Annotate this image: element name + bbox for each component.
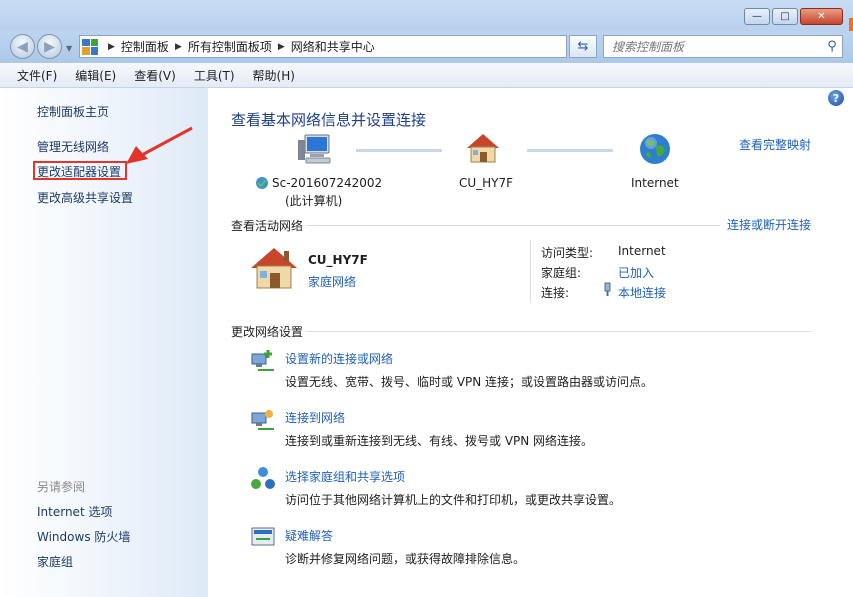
search-input[interactable] <box>604 38 822 55</box>
menu-view[interactable]: 查看(V) <box>125 67 185 84</box>
recent-pages-dropdown-icon[interactable]: ▼ <box>66 44 72 53</box>
refresh-button[interactable]: ⇆ <box>569 35 597 58</box>
back-button[interactable]: ◀ <box>10 34 35 59</box>
map-internet-label: Internet <box>631 176 679 190</box>
computer-network-status-icon <box>256 177 268 189</box>
sidebar-item-firewall[interactable]: Windows 防火墙 <box>37 528 130 545</box>
address-bar[interactable]: ▶ 控制面板 ▶ 所有控制面板项 ▶ 网络和共享中心 <box>79 35 567 58</box>
sidebar-item-advanced-sharing[interactable]: 更改高级共享设置 <box>37 189 133 206</box>
connection-label: 连接: <box>541 286 570 300</box>
forward-button[interactable]: ▶ <box>37 34 62 59</box>
annotation-highlight-box <box>33 161 127 180</box>
chevron-right-icon[interactable]: ▶ <box>278 42 285 52</box>
breadcrumb-control-panel[interactable]: 控制面板 <box>121 38 169 55</box>
divider <box>306 225 720 226</box>
home-network-icon <box>467 134 499 163</box>
network-type-link[interactable]: 家庭网络 <box>308 273 356 290</box>
menu-file[interactable]: 文件(F) <box>8 67 66 84</box>
breadcrumb-network-center[interactable]: 网络和共享中心 <box>291 38 375 55</box>
homegroup-label: 家庭组: <box>541 266 582 280</box>
sidebar: 控制面板主页 管理无线网络 更改适配器设置 更改高级共享设置 另请参阅 Inte… <box>0 88 208 597</box>
new-connection-icon <box>251 350 274 371</box>
task-connect-network-desc: 连接到或重新连接到无线、有线、拨号或 VPN 网络连接。 <box>285 434 594 448</box>
close-button[interactable]: ✕ <box>800 8 843 25</box>
forward-arrow-icon: ▶ <box>44 38 55 55</box>
sidebar-item-internet-options[interactable]: Internet 选项 <box>37 503 112 520</box>
sidebar-item-homegroup[interactable]: 家庭组 <box>37 553 73 570</box>
internet-globe-icon <box>640 134 670 164</box>
menu-edit[interactable]: 编辑(E) <box>66 67 125 84</box>
connect-disconnect-link[interactable]: 连接或断开连接 <box>727 216 811 233</box>
task-troubleshoot-desc: 诊断并修复网络问题，或获得故障排除信息。 <box>285 552 526 566</box>
divider <box>530 240 531 302</box>
chevron-right-icon[interactable]: ▶ <box>175 42 182 52</box>
task-connect-network-link[interactable]: 连接到网络 <box>285 409 345 426</box>
main-content: ? 查看基本网络信息并设置连接 查看完整映射 Sc-201607242002 (… <box>208 88 853 597</box>
active-networks-title: 查看活动网络 <box>231 219 304 233</box>
search-icon[interactable]: ⚲ <box>822 39 842 54</box>
page-title: 查看基本网络信息并设置连接 <box>231 111 427 129</box>
control-panel-icon <box>82 38 98 55</box>
maximize-button[interactable]: □ <box>772 8 798 25</box>
computer-subtitle: (此计算机) <box>285 194 343 208</box>
homegroup-sharing-icon <box>251 467 275 489</box>
map-connection-line <box>356 149 442 152</box>
search-box[interactable]: ⚲ <box>603 35 843 58</box>
change-settings-title: 更改网络设置 <box>231 325 304 339</box>
back-arrow-icon: ◀ <box>17 38 28 55</box>
computer-icon <box>298 134 331 164</box>
troubleshoot-icon <box>251 527 275 546</box>
title-bar: — □ ✕ <box>0 0 853 32</box>
refresh-icon: ⇆ <box>577 39 589 54</box>
active-network-name: CU_HY7F <box>308 253 368 267</box>
window-controls: — □ ✕ <box>744 8 843 25</box>
map-network-name: CU_HY7F <box>459 176 514 190</box>
task-homegroup-link[interactable]: 选择家庭组和共享选项 <box>285 468 405 485</box>
local-connection-link[interactable]: 本地连接 <box>618 284 666 301</box>
ethernet-icon <box>604 282 611 296</box>
breadcrumb-all-items[interactable]: 所有控制面板项 <box>188 38 272 55</box>
task-troubleshoot-link[interactable]: 疑难解答 <box>285 527 333 544</box>
menu-tools[interactable]: 工具(T) <box>185 67 244 84</box>
minimize-button[interactable]: — <box>744 8 770 25</box>
sidebar-item-manage-wireless[interactable]: 管理无线网络 <box>37 138 109 155</box>
divider <box>306 331 811 332</box>
chevron-right-icon[interactable]: ▶ <box>108 42 115 52</box>
menu-help[interactable]: 帮助(H) <box>244 67 304 84</box>
menu-bar: 文件(F) 编辑(E) 查看(V) 工具(T) 帮助(H) <box>0 63 853 88</box>
address-toolbar: ◀ ▶ ▼ ▶ 控制面板 ▶ 所有控制面板项 ▶ 网络和共享中心 ⇆ ⚲ <box>0 31 853 63</box>
window-edge-accent <box>849 18 853 32</box>
task-new-connection-link[interactable]: 设置新的连接或网络 <box>285 350 393 367</box>
help-icon[interactable]: ? <box>828 90 844 106</box>
access-type-label: 访问类型: <box>541 246 594 260</box>
access-type-value: Internet <box>618 244 666 258</box>
computer-name: Sc-201607242002 <box>272 176 383 190</box>
map-connection-line <box>527 149 613 152</box>
task-homegroup-desc: 访问位于其他网络计算机上的文件和打印机，或更改共享设置。 <box>285 493 622 507</box>
task-new-connection-desc: 设置无线、宽带、拨号、临时或 VPN 连接；或设置路由器或访问点。 <box>285 375 654 389</box>
connect-network-icon <box>251 410 274 430</box>
homegroup-joined-link[interactable]: 已加入 <box>618 264 654 281</box>
full-map-link[interactable]: 查看完整映射 <box>739 136 811 153</box>
see-also-title: 另请参阅 <box>37 480 86 494</box>
annotation-arrow-icon <box>126 126 193 164</box>
sidebar-item-home[interactable]: 控制面板主页 <box>37 103 109 120</box>
home-network-large-icon <box>251 248 297 289</box>
